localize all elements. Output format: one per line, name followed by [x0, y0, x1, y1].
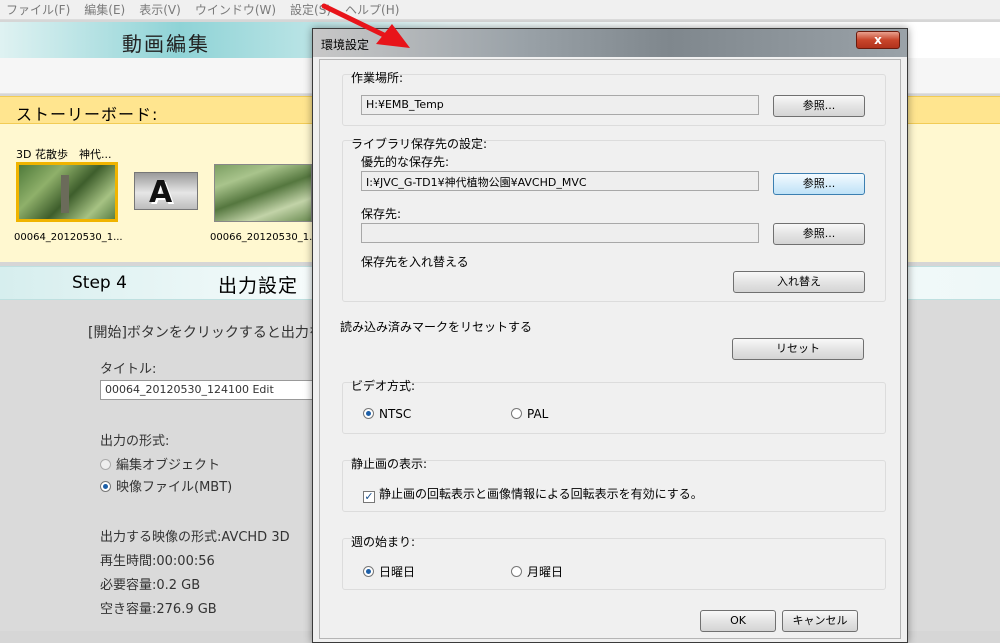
format-option-object-label: 編集オブジェクト [116, 458, 221, 473]
required-space-text: 必要容量:0.2 GB [100, 578, 201, 593]
swap-dest-label: 保存先を入れ替える [361, 255, 469, 269]
format-option-file-label: 映像ファイル(MBT) [116, 480, 233, 495]
transition-thumbnail[interactable]: A [134, 172, 198, 210]
ntsc-option-label: NTSC [379, 407, 412, 421]
clip-title: 3D 花散歩 神代... [16, 148, 112, 161]
radio-icon [100, 459, 111, 470]
swap-button[interactable]: 入れ替え [733, 271, 865, 293]
format-option-file[interactable]: 映像ファイル(MBT) [100, 476, 232, 495]
radio-icon [100, 481, 111, 492]
radio-icon [363, 408, 374, 419]
still-image-group: 静止画の表示: ✓ 静止画の回転表示と画像情報による回転表示を有効にする。 [342, 457, 886, 512]
preferences-dialog: 環境設定 x 作業場所: H:¥EMB_Temp 参照... ライブラリ保存先の… [312, 28, 908, 643]
priority-browse-button[interactable]: 参照... [773, 173, 865, 195]
video-format-label: ビデオ方式: [351, 379, 416, 393]
ntsc-option[interactable]: NTSC [363, 407, 411, 421]
instruction-text: [開始]ボタンをクリックすると出力を [88, 325, 323, 341]
clip-name-1: 00064_20120530_1... [14, 232, 123, 243]
free-space-text: 空き容量:276.9 GB [100, 602, 217, 617]
clip-name-2: 00066_20120530_1... [210, 232, 319, 243]
step-label: Step 4 [72, 273, 127, 293]
menu-file[interactable]: ファイル(F) [6, 1, 70, 18]
library-label: ライブラリ保存先の設定: [351, 137, 488, 151]
close-button[interactable]: x [856, 31, 900, 49]
menu-view[interactable]: 表示(V) [139, 1, 181, 18]
week-start-group: 週の始まり: 日曜日 月曜日 [342, 535, 886, 590]
menu-window[interactable]: ウインドウ(W) [195, 1, 276, 18]
work-location-browse-button[interactable]: 参照... [773, 95, 865, 117]
transition-icon: A [149, 175, 173, 210]
reset-button[interactable]: リセット [732, 338, 864, 360]
video-format-group: ビデオ方式: NTSC PAL [342, 379, 886, 434]
dialog-body: 作業場所: H:¥EMB_Temp 参照... ライブラリ保存先の設定: 優先的… [319, 59, 901, 639]
reset-mark-label: 読み込み済みマークをリセットする [340, 320, 533, 334]
ok-button[interactable]: OK [700, 610, 776, 632]
cancel-button[interactable]: キャンセル [782, 610, 858, 632]
dest-label: 保存先: [361, 207, 402, 221]
output-format-text: 出力する映像の形式:AVCHD 3D [100, 530, 290, 545]
rotation-checkbox[interactable]: ✓ 静止画の回転表示と画像情報による回転表示を有効にする。 [363, 485, 703, 503]
dest-browse-button[interactable]: 参照... [773, 223, 865, 245]
monday-option[interactable]: 月曜日 [511, 563, 563, 580]
checkbox-checked-icon: ✓ [363, 490, 375, 503]
priority-dest-field[interactable]: I:¥JVC_G-TD1¥神代植物公園¥AVCHD_MVC [361, 171, 759, 191]
step-title: 出力設定 [218, 275, 299, 297]
red-arrow-icon [321, 3, 410, 48]
format-label: 出力の形式: [100, 434, 170, 449]
clip-thumbnail-1[interactable] [16, 162, 118, 222]
pal-option[interactable]: PAL [511, 407, 548, 421]
work-location-group: 作業場所: H:¥EMB_Temp 参照... [342, 71, 886, 126]
clip-thumbnail-2[interactable] [214, 164, 312, 222]
duration-text: 再生時間:00:00:56 [100, 554, 215, 569]
work-location-field[interactable]: H:¥EMB_Temp [361, 95, 759, 115]
rotation-checkbox-label: 静止画の回転表示と画像情報による回転表示を有効にする。 [379, 487, 703, 501]
format-option-object[interactable]: 編集オブジェクト [100, 454, 220, 473]
dest-field[interactable] [361, 223, 759, 243]
work-location-label: 作業場所: [351, 71, 404, 85]
week-start-label: 週の始まり: [351, 535, 416, 549]
menu-edit[interactable]: 編集(E) [84, 1, 125, 18]
sunday-option[interactable]: 日曜日 [363, 563, 415, 580]
radio-icon [511, 408, 522, 419]
monday-option-label: 月曜日 [527, 565, 564, 579]
title-label: タイトル: [100, 362, 157, 377]
priority-dest-label: 優先的な保存先: [361, 155, 450, 169]
radio-icon [363, 566, 374, 577]
still-image-label: 静止画の表示: [351, 457, 428, 471]
radio-icon [511, 566, 522, 577]
sunday-option-label: 日曜日 [379, 565, 416, 579]
close-icon: x [874, 33, 882, 47]
app-title: 動画編集 [122, 32, 210, 56]
title-input[interactable]: 00064_20120530_124100 Edit [100, 380, 320, 400]
storyboard-label: ストーリーボード: [16, 105, 159, 124]
menu-bar: ファイル(F) 編集(E) 表示(V) ウインドウ(W) 設定(S) ヘルプ(H… [0, 0, 1000, 20]
library-group: ライブラリ保存先の設定: 優先的な保存先: I:¥JVC_G-TD1¥神代植物公… [342, 137, 886, 302]
pal-option-label: PAL [527, 407, 549, 421]
